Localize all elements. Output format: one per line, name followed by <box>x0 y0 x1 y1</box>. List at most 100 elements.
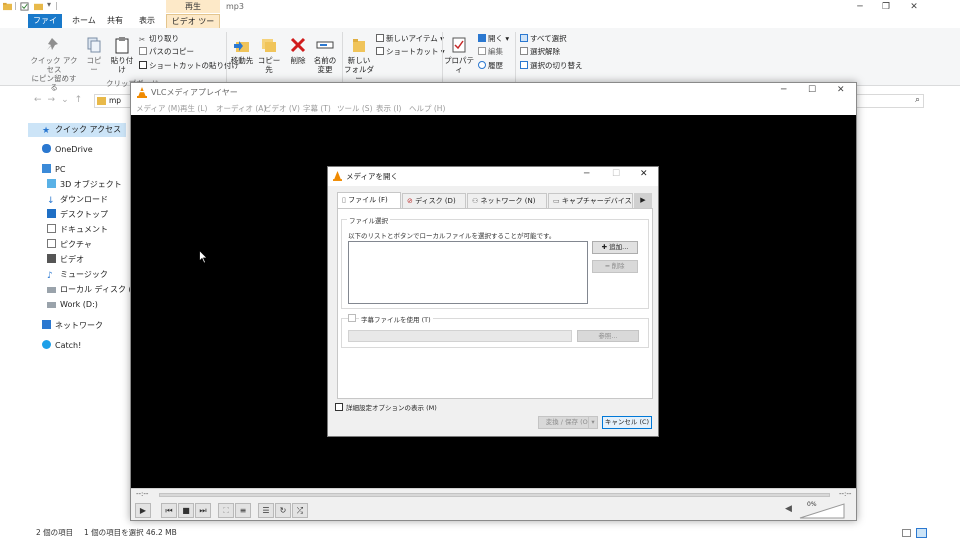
sidebar-item-pictures[interactable]: ピクチャ <box>28 238 126 252</box>
copy-path-button[interactable]: パスのコピー <box>139 47 194 57</box>
select-none-button[interactable]: 選択解除 <box>520 47 560 57</box>
sidebar-item-videos[interactable]: ビデオ <box>28 253 126 267</box>
delete-button[interactable]: 削除 <box>288 36 308 65</box>
volume-level: 0% <box>807 501 817 508</box>
menu-view[interactable]: 表示 (I) <box>376 103 401 114</box>
file-list[interactable] <box>348 241 588 304</box>
subtitle-file-input[interactable] <box>348 330 572 342</box>
drive-icon <box>47 302 56 308</box>
new-folder-icon[interactable] <box>34 2 43 11</box>
cut-button[interactable]: ✂ 切り取り <box>139 34 179 44</box>
search-input[interactable]: ⌕ <box>856 94 924 108</box>
properties-button[interactable]: プロパティ <box>444 36 474 74</box>
playlist-button[interactable]: ☰ <box>258 503 274 518</box>
sidebar-item-network[interactable]: ネットワーク <box>28 319 126 333</box>
clipboard-icon <box>115 37 129 54</box>
menu-help[interactable]: ヘルプ (H) <box>409 103 445 114</box>
selection-info: 1 個の項目を選択 46.2 MB <box>84 528 177 537</box>
select-all-button[interactable]: すべて選択 <box>520 34 567 44</box>
subtitle-checkbox[interactable] <box>348 314 356 322</box>
convert-dropdown-button[interactable]: ▾ <box>588 416 598 429</box>
tab-share[interactable]: 共有 <box>103 14 127 28</box>
shuffle-button[interactable]: ⤮ <box>292 503 308 518</box>
next-button[interactable]: ⏭ <box>195 503 211 518</box>
vlc-cone-icon <box>137 87 147 98</box>
volume-slider[interactable] <box>799 503 845 519</box>
menu-playback[interactable]: 再生 (L) <box>180 103 207 114</box>
add-file-button[interactable]: ✚ 追加... <box>592 241 638 254</box>
shortcut-button[interactable]: ショートカット ▾ <box>376 47 445 57</box>
edit-button[interactable]: 編集 <box>478 47 503 57</box>
tab-file[interactable]: ファイル <box>28 14 62 39</box>
properties-check-icon[interactable] <box>20 2 29 11</box>
dialog-maximize-button[interactable]: ☐ <box>612 169 620 179</box>
copy-button[interactable]: コピー <box>84 36 104 74</box>
previous-button[interactable]: ⏮ <box>161 503 177 518</box>
seek-bar[interactable] <box>159 493 830 497</box>
sidebar-item-desktop[interactable]: デスクトップ <box>28 208 126 222</box>
sidebar-item-local-disk-c[interactable]: ローカル ディスク (C:) <box>28 283 143 297</box>
dialog-minimize-button[interactable]: ─ <box>584 169 589 179</box>
move-folder-icon <box>234 41 249 52</box>
loop-button[interactable]: ↻ <box>275 503 291 518</box>
tab-disc[interactable]: ⊘ ディスク (D) <box>402 193 466 208</box>
tab-file[interactable]: ▯ ファイル (F) <box>337 192 401 209</box>
move-to-button[interactable]: 移動先 <box>230 36 254 65</box>
fullscreen-button[interactable]: ⛶ <box>218 503 234 518</box>
paste-button[interactable]: 貼り付け <box>108 36 136 74</box>
sidebar-item-pc[interactable]: PC <box>28 163 126 177</box>
address-bar[interactable]: mp <box>94 94 134 108</box>
new-folder-button[interactable]: 新しい フォルダー <box>344 36 374 83</box>
copy-to-button[interactable]: コピー先 <box>256 36 282 74</box>
tab-home[interactable]: ホーム <box>68 14 100 28</box>
advanced-options-checkbox[interactable] <box>335 403 343 411</box>
details-view-icon[interactable] <box>902 529 911 537</box>
browse-button[interactable]: 参照... <box>577 330 639 342</box>
vlc-maximize-button[interactable]: ☐ <box>808 85 816 95</box>
quick-access-dropdown-icon[interactable]: ▾ <box>47 0 51 9</box>
menu-video[interactable]: ビデオ (V) <box>264 103 300 114</box>
open-label: 開く ▾ <box>488 34 510 43</box>
rename-button[interactable]: 名前の 変更 <box>312 36 338 74</box>
menu-media[interactable]: メディア (M) <box>136 103 180 114</box>
tab-scroll-right-button[interactable]: ▶ <box>634 193 652 208</box>
copy-to-label: コピー先 <box>257 56 281 74</box>
remove-file-button[interactable]: ━ 削除 <box>592 260 638 273</box>
sidebar-item-downloads[interactable]: ↓ ダウンロード <box>28 193 126 207</box>
close-button[interactable]: ✕ <box>904 1 924 13</box>
sidebar-item-music[interactable]: ♪ ミュージック <box>28 268 126 282</box>
tab-capture-device[interactable]: ▭ キャプチャーデバイス <box>548 193 633 208</box>
paste-shortcut-button[interactable]: ショートカットの貼り付け <box>139 61 239 71</box>
vlc-close-button[interactable]: ✕ <box>837 85 845 95</box>
tab-network[interactable]: ⚇ ネットワーク (N) <box>467 193 547 208</box>
open-button[interactable]: 開く ▾ <box>478 34 509 44</box>
dialog-close-button[interactable]: ✕ <box>640 169 648 179</box>
titlebar-separator: | <box>14 1 17 10</box>
tab-video-tools[interactable]: ビデオ ツール <box>166 14 220 40</box>
edit-label: 編集 <box>488 47 503 56</box>
stop-button[interactable]: ■ <box>178 503 194 518</box>
extended-settings-button[interactable]: ≡ <box>235 503 251 518</box>
navigation-arrows[interactable]: ←→⌄↑ <box>34 95 88 105</box>
menu-subtitle[interactable]: 字幕 (T) <box>303 103 331 114</box>
sidebar-item-3d-objects[interactable]: 3D オブジェクト <box>28 178 126 192</box>
maximize-button[interactable]: ❐ <box>876 1 896 13</box>
invert-selection-button[interactable]: 選択の切り替え <box>520 61 583 71</box>
sidebar-item-documents[interactable]: ドキュメント <box>28 223 126 237</box>
speaker-icon[interactable]: ◀ <box>785 504 792 514</box>
play-button[interactable]: ▶ <box>135 503 151 518</box>
sidebar-item-catch[interactable]: Catch! <box>28 339 126 353</box>
tab-view[interactable]: 表示 <box>135 14 159 28</box>
history-button[interactable]: 履歴 <box>478 61 503 71</box>
minimize-button[interactable]: ─ <box>850 1 870 13</box>
sidebar-item-onedrive[interactable]: OneDrive <box>28 143 126 157</box>
cancel-button[interactable]: キャンセル (C) <box>602 416 652 429</box>
menu-tools[interactable]: ツール (S) <box>337 103 373 114</box>
pin-quick-access-button[interactable]: クイック アクセス にピン留めする <box>28 36 80 92</box>
menu-audio[interactable]: オーディオ (A) <box>216 103 266 114</box>
new-item-button[interactable]: 新しいアイテム ▾ <box>376 34 444 44</box>
sidebar-item-work-d[interactable]: Work (D:) <box>28 298 126 312</box>
sidebar-item-quick-access[interactable]: ★ クイック アクセス <box>28 123 126 137</box>
vlc-minimize-button[interactable]: ─ <box>781 85 786 95</box>
large-icons-view-icon[interactable] <box>916 528 927 538</box>
